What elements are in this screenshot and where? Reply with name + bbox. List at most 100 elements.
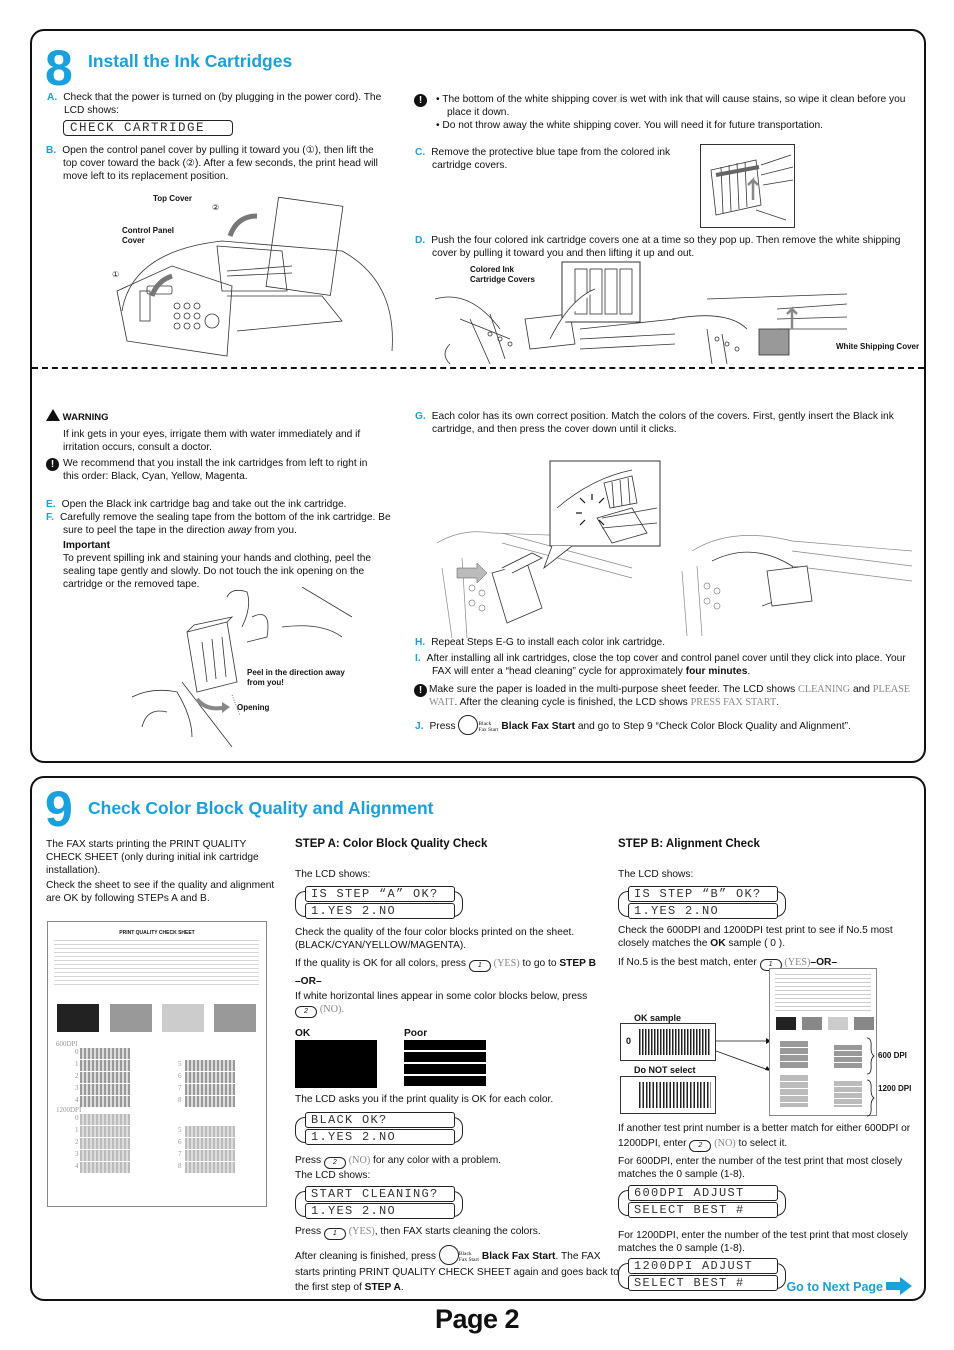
intro-1: The FAX starts printing the PRINT QUALIT… <box>46 839 259 876</box>
for-600-text: For 600DPI, enter the number of the test… <box>618 1156 903 1180</box>
test-pattern <box>185 1150 235 1161</box>
yes-label: (YES) <box>348 1226 375 1237</box>
pattern-number: 6 <box>178 1072 182 1080</box>
text: , then FAX starts cleaning the colors. <box>374 1226 541 1237</box>
thumb-1200-right <box>834 1081 862 1107</box>
warning-icon <box>46 409 60 421</box>
lcd-shows-label: The LCD shows: <box>295 869 371 880</box>
text: sample ( 0 ). <box>725 938 786 949</box>
step-a-check-text: Check the quality of the four color bloc… <box>295 927 575 951</box>
check-sheet-thumbnail <box>769 968 877 1116</box>
test-pattern <box>80 1162 130 1173</box>
page-number: Page 2 <box>434 1304 520 1334</box>
warning-title: WARNING <box>46 409 386 424</box>
color-block-black <box>57 1004 99 1032</box>
thumb-block-cyan <box>802 1017 822 1030</box>
or-label: –OR– <box>810 957 838 968</box>
text: to select it. <box>735 1138 788 1149</box>
key-1-icon: 1 <box>468 960 491 972</box>
print-quality-check-sheet: PRINT QUALITY CHECK SHEET 600DPI 1200DPI… <box>47 921 267 1207</box>
label-top-cover: Top Cover <box>153 194 192 203</box>
thumb-instructions <box>775 974 871 1012</box>
pattern-number: 8 <box>178 1096 182 1104</box>
lcd-line-1: 600DPI ADJUST <box>628 1185 778 1201</box>
warning-text: If ink gets in your eyes, irrigate them … <box>63 429 361 453</box>
thumb-1200-left <box>780 1075 808 1107</box>
black-fax-start-key-icon <box>458 715 479 735</box>
step-h-text: Repeat Steps E-G to install each color i… <box>431 637 666 648</box>
note-paper: ! Make sure the paper is loaded in the m… <box>414 683 919 709</box>
sheet-title: PRINT QUALITY CHECK SHEET <box>119 930 195 936</box>
go-to-next-page-link[interactable]: Go to Next Page <box>786 1276 912 1295</box>
pattern-number: 3 <box>75 1084 79 1092</box>
poor-sample-block <box>404 1040 486 1088</box>
marker-2: ② <box>212 203 220 212</box>
test-pattern <box>185 1072 235 1083</box>
test-pattern <box>80 1096 130 1107</box>
letter-f: F. <box>46 512 54 523</box>
test-pattern <box>80 1072 130 1083</box>
bad-sample-bars <box>639 1082 711 1108</box>
thumb-block-yellow <box>828 1017 848 1030</box>
text: If white horizontal lines appear in some… <box>295 991 588 1002</box>
lcd-step-a: IS STEP “A” OK? 1.YES 2.NO <box>295 886 463 922</box>
lcd-start-cleaning: START CLEANING? 1.YES 2.NO <box>295 1186 463 1222</box>
key-label: Black Fax Start <box>458 1251 479 1263</box>
step-c-text: Remove the protective blue tape from the… <box>431 147 671 171</box>
ok-label: OK <box>295 1028 311 1039</box>
letter-c: C. <box>415 147 426 158</box>
key-2-icon: 2 <box>323 1157 346 1169</box>
test-pattern <box>80 1138 130 1149</box>
fax-cover-illustration <box>116 196 393 357</box>
lcd-line-1: START CLEANING? <box>305 1186 455 1202</box>
test-pattern <box>80 1126 130 1137</box>
label-colored-ink-cartridge-covers: Colored Ink Cartridge Covers <box>470 265 535 284</box>
no-label: (NO). <box>319 1004 344 1015</box>
black-fax-start-label: Black Fax Start <box>501 721 576 732</box>
insert-cartridge-illustration <box>436 460 661 638</box>
step-a-if-lines: If white horizontal lines appear in some… <box>295 990 615 1018</box>
step-a: A. Check that the power is turned on (by … <box>33 91 383 117</box>
label-600-dpi: 600 DPI <box>878 1051 907 1060</box>
poor-label: Poor <box>404 1028 428 1039</box>
lcd-black-ok: BLACK OK? 1.YES 2.NO <box>295 1112 463 1148</box>
bullet-text: Do not throw away the white shipping cov… <box>442 120 823 131</box>
pattern-number: 8 <box>178 1162 182 1170</box>
lcd-line-1: IS STEP “B” OK? <box>628 886 778 902</box>
lcd-shows-label: The LCD shows: <box>295 1170 371 1181</box>
thumb-block-black <box>776 1017 796 1030</box>
pattern-number: 2 <box>75 1138 79 1146</box>
step-b-heading: STEP B: Alignment Check <box>618 838 760 850</box>
step-a-ref: STEP A <box>364 1282 401 1293</box>
section-divider <box>32 367 924 369</box>
note-text: . <box>776 697 780 708</box>
step-h: H. Repeat Steps E-G to install each color… <box>415 636 915 649</box>
warning-label: WARNING <box>62 412 109 423</box>
thumb-600-left <box>780 1041 808 1069</box>
important-text: To prevent spilling ink and staining you… <box>63 553 372 590</box>
note-shipping-cover: ! • The bottom of the white shipping cov… <box>414 93 924 132</box>
dpi-braces <box>866 1037 875 1117</box>
step-d-text: Push the four colored ink cartridge cove… <box>431 235 901 259</box>
label-white-shipping-cover: White Shipping Cover <box>836 342 920 351</box>
text: Press <box>295 1226 324 1237</box>
next-page-label: Go to Next Page <box>786 1279 883 1294</box>
step-g-text: Each color has its own correct position.… <box>431 411 894 435</box>
bullet-text: The bottom of the white shipping cover i… <box>442 94 906 118</box>
step-b-text: Open the control panel cover by pulling … <box>62 145 378 182</box>
test-pattern <box>185 1096 235 1107</box>
key-1-icon: 1 <box>323 1228 346 1240</box>
important-title: Important <box>63 540 110 551</box>
step-j: J. Press Black Fax Start Black Fax Start a… <box>415 715 915 735</box>
key-2-icon: 2 <box>689 1140 712 1152</box>
ok-sample-bars <box>639 1029 711 1055</box>
cover-press-illustration <box>681 535 913 636</box>
no-label: (NO) <box>348 1155 371 1166</box>
black-fax-start-label: Black Fax Start <box>481 1251 556 1262</box>
lcd-check-cartridge: CHECK CARTRIDGE <box>63 120 233 136</box>
press-text: Press <box>429 721 456 732</box>
ok-sample-box: 0 <box>620 1023 716 1061</box>
step-9-panel: 9 Check Color Block Quality and Alignmen… <box>30 776 926 1301</box>
letter-j: J. <box>415 721 424 732</box>
step-number: 9 <box>45 781 73 837</box>
